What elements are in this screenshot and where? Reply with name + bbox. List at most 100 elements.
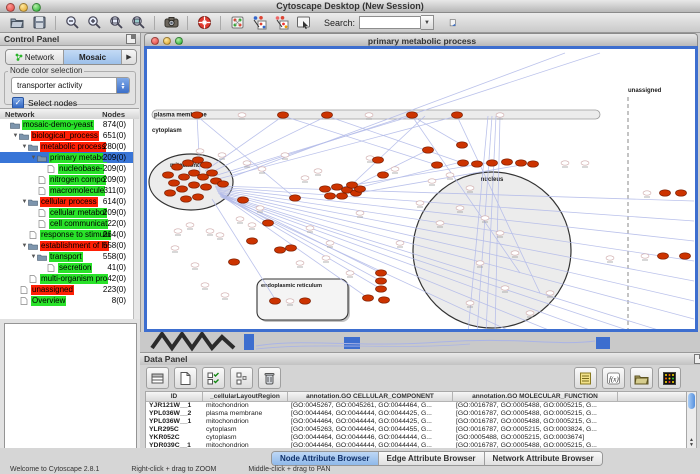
network-node-selected[interactable] (163, 172, 174, 178)
network-node-selected[interactable] (263, 220, 274, 226)
network-node-unselected[interactable] (476, 261, 484, 265)
tree-row-nucleobase-[interactable]: nucleobase-209(0) (0, 163, 133, 174)
network-node-unselected[interactable] (501, 286, 509, 290)
network-node-unselected[interactable] (322, 256, 330, 260)
network-node-selected[interactable] (189, 182, 200, 188)
tree-row-transport[interactable]: ▼ transport558(0) (0, 251, 133, 262)
network-node-unselected[interactable] (428, 179, 436, 183)
network-node-unselected[interactable] (196, 149, 204, 153)
network-node-selected[interactable] (376, 286, 387, 292)
tree-scrollbar[interactable] (133, 119, 140, 319)
network-node-unselected[interactable] (221, 293, 229, 297)
combobox-stepper-icon[interactable]: ▲▼ (116, 78, 129, 93)
network-node-unselected[interactable] (346, 271, 354, 275)
network-node-selected[interactable] (423, 147, 434, 153)
tab-node-attribute-browser[interactable]: Node Attribute Browser (272, 452, 379, 465)
network-node-selected[interactable] (502, 159, 513, 165)
birds-eye-view-panel[interactable] (4, 323, 137, 458)
network-node-selected[interactable] (198, 174, 209, 180)
float-panel-icon[interactable] (126, 34, 136, 44)
network-node-selected[interactable] (193, 157, 204, 163)
expand-arrow-icon[interactable]: ▼ (30, 254, 37, 260)
data-panel-float-icon[interactable] (694, 354, 700, 364)
tree-row-mosaic-demo-yeast[interactable]: mosaic-demo-yeast874(0) (0, 119, 133, 130)
network-node-selected[interactable] (169, 180, 180, 186)
zoom-selected-button[interactable] (127, 14, 149, 32)
network-node-unselected[interactable] (481, 216, 489, 220)
tree-row-nitrogen-compo[interactable]: nitrogen compo209(0) (0, 174, 133, 185)
network-node-unselected[interactable] (456, 206, 464, 210)
network-node-selected[interactable] (278, 112, 289, 118)
network-node-unselected[interactable] (258, 167, 266, 171)
network-node-selected[interactable] (183, 160, 194, 166)
network-node-unselected[interactable] (256, 206, 264, 210)
network-node-selected[interactable] (270, 298, 281, 304)
tree-row-unassigned[interactable]: unassigned223(0) (0, 284, 133, 295)
node-color-combobox[interactable]: transporter activity ▲▼ (11, 77, 130, 94)
tree-row-overview[interactable]: Overview8(0) (0, 295, 133, 306)
import-annotation-button[interactable] (442, 14, 464, 32)
tree-row-cell-communicat[interactable]: cell communicat22(0) (0, 218, 133, 229)
network-node-unselected[interactable] (496, 113, 504, 117)
network-node-unselected[interactable] (561, 161, 569, 165)
network-node-selected[interactable] (247, 238, 258, 244)
network-node-unselected[interactable] (216, 233, 224, 237)
table-scrollbar[interactable]: ▲▼ (686, 391, 697, 449)
network-node-unselected[interactable] (191, 263, 199, 267)
network-node-unselected[interactable] (496, 231, 504, 235)
network-node-unselected[interactable] (326, 241, 334, 245)
select-attributes-button[interactable] (202, 367, 225, 389)
network-node-selected[interactable] (376, 278, 387, 284)
unselect-attributes-button[interactable] (230, 367, 253, 389)
search-dropdown-arrow-icon[interactable]: ▼ (421, 15, 434, 30)
function-builder-button[interactable]: f(x) (602, 367, 625, 389)
network-node-unselected[interactable] (511, 251, 519, 255)
network-node-unselected[interactable] (446, 173, 454, 177)
network-window-titlebar[interactable]: primary metabolic process (144, 33, 698, 46)
snapshot-button[interactable] (160, 14, 182, 32)
expand-arrow-icon[interactable]: ▼ (21, 144, 28, 150)
import-table-button[interactable] (630, 367, 653, 389)
network-node-unselected[interactable] (356, 211, 364, 215)
search-input[interactable] (359, 16, 421, 29)
network-node-selected[interactable] (660, 190, 671, 196)
network-node-selected[interactable] (452, 112, 463, 118)
network-node-unselected[interactable] (526, 311, 534, 315)
network-node-unselected[interactable] (248, 223, 256, 227)
expand-arrow-icon[interactable]: ▼ (21, 243, 28, 249)
network-node-selected[interactable] (201, 162, 212, 168)
attribute-matrix-button[interactable] (658, 367, 681, 389)
tab-network-attribute-browser[interactable]: Network Attribute Browser (485, 452, 602, 465)
table-button[interactable] (146, 367, 169, 389)
delete-button[interactable] (258, 367, 281, 389)
network-node-unselected[interactable] (436, 221, 444, 225)
zoom-fit-button[interactable] (105, 14, 127, 32)
network-node-unselected[interactable] (306, 226, 314, 230)
tree-row-biological-process[interactable]: ▼ biological_process651(0) (0, 130, 133, 141)
filter-button[interactable] (270, 14, 292, 32)
network-node-selected[interactable] (238, 197, 249, 203)
network-node-selected[interactable] (676, 190, 687, 196)
column-header[interactable]: _cellularLayoutRegion (203, 392, 288, 402)
network-node-selected[interactable] (373, 157, 384, 163)
network-node-selected[interactable] (457, 142, 468, 148)
save-button[interactable] (28, 14, 50, 32)
tab-network[interactable]: Network (6, 50, 64, 64)
network-node-selected[interactable] (275, 247, 286, 253)
network-node-selected[interactable] (320, 186, 331, 192)
network-node-selected[interactable] (432, 162, 443, 168)
table-row-YPL036W__2[interactable]: YPL036W__2plasma membrane[GO:0044464, GO… (146, 410, 687, 418)
expand-arrow-icon[interactable]: ▼ (30, 155, 37, 161)
network-node-selected[interactable] (165, 190, 176, 196)
network-node-unselected[interactable] (314, 169, 322, 173)
zoom-in-button[interactable] (83, 14, 105, 32)
network-node-unselected[interactable] (186, 223, 194, 227)
network-node-unselected[interactable] (391, 167, 399, 171)
network-node-unselected[interactable] (643, 191, 651, 195)
network-node-selected[interactable] (378, 172, 389, 178)
attribute-list-button[interactable] (574, 367, 597, 389)
network-node-unselected[interactable] (171, 246, 179, 250)
network-node-unselected[interactable] (546, 291, 554, 295)
network-node-unselected[interactable] (641, 254, 649, 258)
help-button[interactable] (193, 14, 215, 32)
